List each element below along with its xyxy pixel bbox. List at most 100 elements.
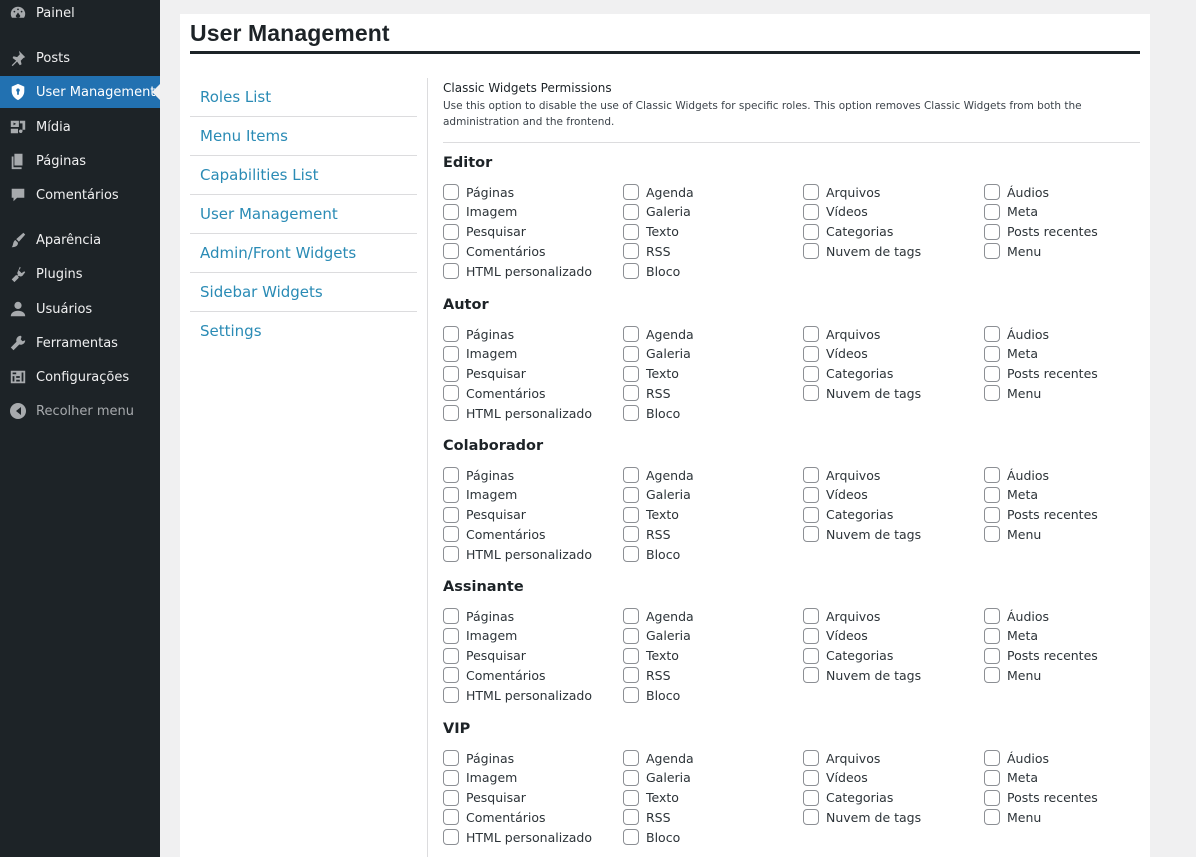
checkbox-input[interactable]: [443, 750, 459, 766]
widget-checkbox[interactable]: Nuvem de tags: [803, 241, 921, 261]
checkbox-input[interactable]: [984, 486, 1000, 503]
checkbox-input[interactable]: [443, 405, 459, 422]
checkbox-input[interactable]: [623, 184, 639, 200]
widget-checkbox[interactable]: Bloco: [623, 827, 680, 847]
widget-checkbox[interactable]: Áudios: [984, 606, 1049, 626]
checkbox-input[interactable]: [443, 365, 459, 382]
checkbox-input[interactable]: [984, 506, 1000, 523]
checkbox-input[interactable]: [623, 647, 639, 664]
widget-checkbox[interactable]: Páginas: [443, 324, 514, 344]
subnav-link-sidebar-widgets[interactable]: Sidebar Widgets: [190, 273, 417, 312]
checkbox-input[interactable]: [443, 385, 459, 402]
checkbox-input[interactable]: [803, 243, 819, 260]
widget-checkbox[interactable]: Comentários: [443, 241, 546, 261]
checkbox-input[interactable]: [984, 223, 1000, 240]
checkbox-input[interactable]: [984, 667, 1000, 684]
widget-checkbox[interactable]: Imagem: [443, 202, 517, 222]
checkbox-input[interactable]: [623, 687, 639, 704]
widget-checkbox[interactable]: Meta: [984, 344, 1038, 364]
checkbox-input[interactable]: [803, 385, 819, 402]
widget-checkbox[interactable]: Texto: [623, 222, 679, 242]
widget-checkbox[interactable]: Categorias: [803, 364, 893, 384]
checkbox-input[interactable]: [623, 243, 639, 260]
checkbox-input[interactable]: [623, 829, 639, 846]
checkbox-input[interactable]: [803, 750, 819, 766]
widget-checkbox[interactable]: Comentários: [443, 807, 546, 827]
widget-checkbox[interactable]: HTML personalizado: [443, 544, 592, 564]
checkbox-input[interactable]: [443, 203, 459, 220]
widget-checkbox[interactable]: Agenda: [623, 182, 694, 202]
widget-checkbox[interactable]: Menu: [984, 241, 1041, 261]
widget-checkbox[interactable]: Menu: [984, 524, 1041, 544]
widget-checkbox[interactable]: Menu: [984, 665, 1041, 685]
widget-checkbox[interactable]: RSS: [623, 383, 671, 403]
checkbox-input[interactable]: [984, 789, 1000, 806]
checkbox-input[interactable]: [803, 184, 819, 200]
checkbox-input[interactable]: [443, 326, 459, 342]
checkbox-input[interactable]: [803, 789, 819, 806]
sidebar-item-coment-rios[interactable]: Comentários: [0, 179, 160, 211]
widget-checkbox[interactable]: Vídeos: [803, 626, 868, 646]
widget-checkbox[interactable]: Nuvem de tags: [803, 383, 921, 403]
checkbox-input[interactable]: [443, 243, 459, 260]
checkbox-input[interactable]: [803, 223, 819, 240]
widget-checkbox[interactable]: Páginas: [443, 465, 514, 485]
widget-checkbox[interactable]: Comentários: [443, 665, 546, 685]
widget-checkbox[interactable]: Nuvem de tags: [803, 807, 921, 827]
checkbox-input[interactable]: [623, 405, 639, 422]
checkbox-input[interactable]: [984, 365, 1000, 382]
checkbox-input[interactable]: [984, 184, 1000, 200]
checkbox-input[interactable]: [623, 789, 639, 806]
checkbox-input[interactable]: [443, 687, 459, 704]
checkbox-input[interactable]: [623, 526, 639, 543]
widget-checkbox[interactable]: Arquivos: [803, 465, 880, 485]
checkbox-input[interactable]: [443, 263, 459, 280]
widget-checkbox[interactable]: HTML personalizado: [443, 685, 592, 705]
checkbox-input[interactable]: [803, 345, 819, 362]
widget-checkbox[interactable]: Agenda: [623, 748, 694, 768]
checkbox-input[interactable]: [984, 243, 1000, 260]
widget-checkbox[interactable]: Categorias: [803, 788, 893, 808]
subnav-link-user-management[interactable]: User Management: [190, 195, 417, 234]
checkbox-input[interactable]: [623, 486, 639, 503]
checkbox-input[interactable]: [443, 627, 459, 644]
widget-checkbox[interactable]: Nuvem de tags: [803, 665, 921, 685]
checkbox-input[interactable]: [803, 365, 819, 382]
checkbox-input[interactable]: [443, 467, 459, 483]
checkbox-input[interactable]: [623, 263, 639, 280]
checkbox-input[interactable]: [623, 546, 639, 563]
checkbox-input[interactable]: [443, 769, 459, 786]
widget-checkbox[interactable]: Imagem: [443, 485, 517, 505]
checkbox-input[interactable]: [803, 467, 819, 483]
widget-checkbox[interactable]: Áudios: [984, 324, 1049, 344]
checkbox-input[interactable]: [803, 526, 819, 543]
checkbox-input[interactable]: [443, 223, 459, 240]
widget-checkbox[interactable]: Meta: [984, 202, 1038, 222]
widget-checkbox[interactable]: Páginas: [443, 606, 514, 626]
widget-checkbox[interactable]: HTML personalizado: [443, 403, 592, 423]
widget-checkbox[interactable]: Texto: [623, 788, 679, 808]
widget-checkbox[interactable]: Meta: [984, 485, 1038, 505]
checkbox-input[interactable]: [443, 789, 459, 806]
checkbox-input[interactable]: [803, 627, 819, 644]
checkbox-input[interactable]: [623, 750, 639, 766]
widget-checkbox[interactable]: Texto: [623, 364, 679, 384]
widget-checkbox[interactable]: Pesquisar: [443, 788, 526, 808]
widget-checkbox[interactable]: Bloco: [623, 261, 680, 281]
widget-checkbox[interactable]: Bloco: [623, 685, 680, 705]
widget-checkbox[interactable]: Pesquisar: [443, 646, 526, 666]
checkbox-input[interactable]: [443, 506, 459, 523]
widget-checkbox[interactable]: Bloco: [623, 544, 680, 564]
sidebar-item-painel[interactable]: Painel: [0, 0, 160, 29]
checkbox-input[interactable]: [623, 203, 639, 220]
widget-checkbox[interactable]: Posts recentes: [984, 364, 1098, 384]
widget-checkbox[interactable]: RSS: [623, 807, 671, 827]
checkbox-input[interactable]: [623, 809, 639, 826]
checkbox-input[interactable]: [803, 326, 819, 342]
checkbox-input[interactable]: [623, 467, 639, 483]
checkbox-input[interactable]: [443, 486, 459, 503]
sidebar-item-posts[interactable]: Posts: [0, 42, 160, 74]
checkbox-input[interactable]: [984, 627, 1000, 644]
widget-checkbox[interactable]: Categorias: [803, 646, 893, 666]
checkbox-input[interactable]: [984, 326, 1000, 342]
